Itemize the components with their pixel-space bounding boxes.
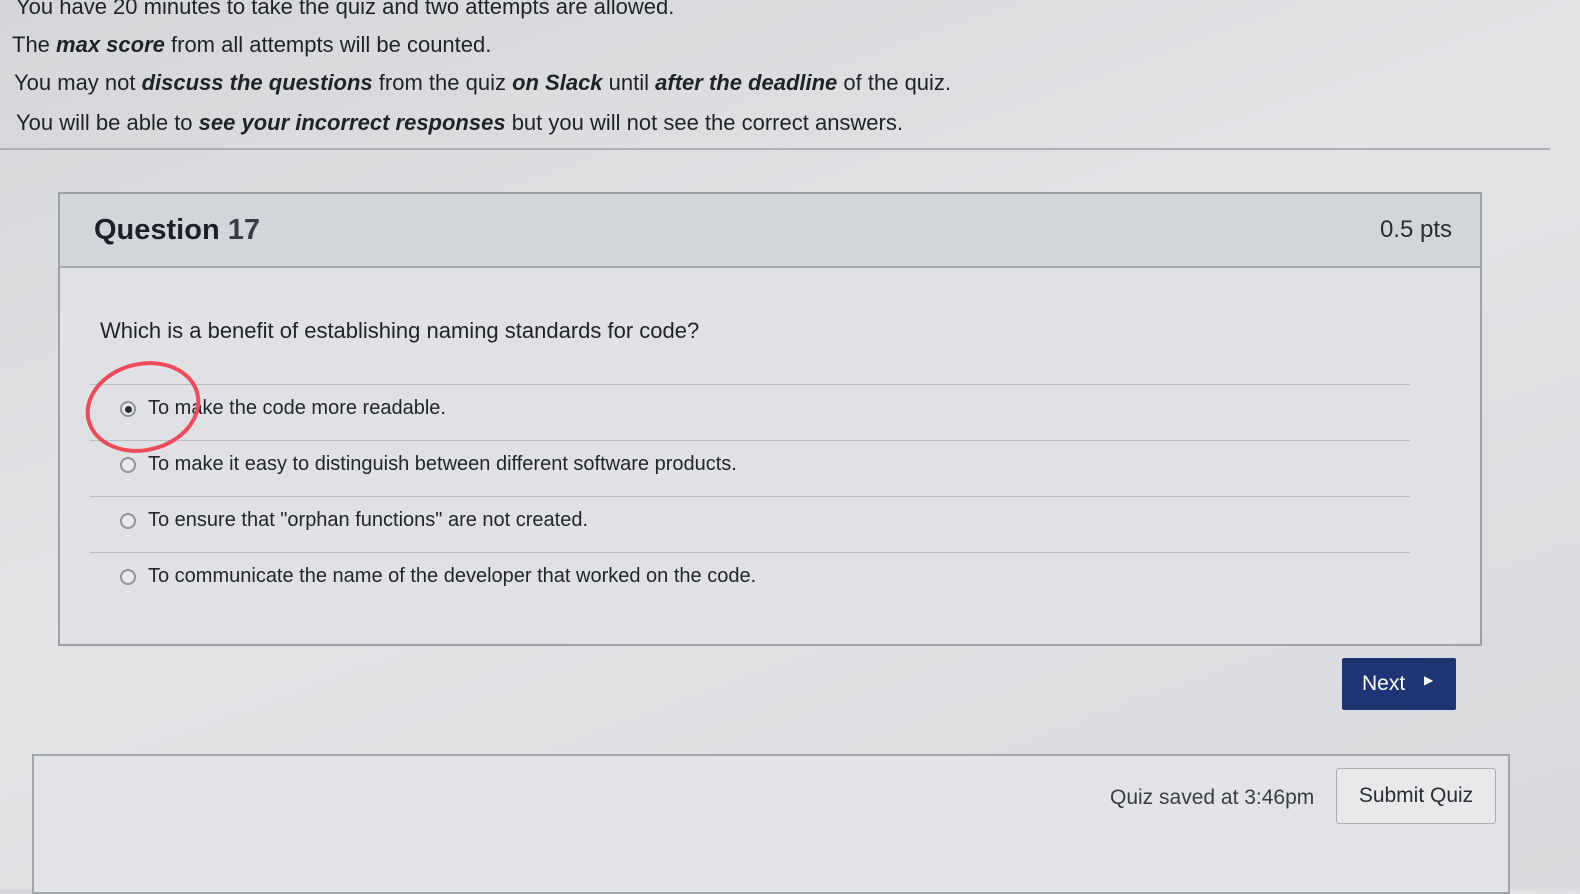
answer-label: To communicate the name of the developer…: [148, 565, 757, 587]
answer-label: To make it easy to distinguish between d…: [148, 453, 737, 475]
instruction-time-limit: You have 20 minutes to take the quiz and…: [16, 0, 675, 19]
instruction-slack-policy: You may not discuss the questions from t…: [14, 70, 952, 95]
answer-option[interactable]: To make it easy to distinguish between d…: [90, 440, 1410, 493]
radio-button[interactable]: [120, 569, 136, 585]
instruction-max-score: The max score from all attempts will be …: [12, 32, 492, 57]
radio-button[interactable]: [120, 513, 136, 529]
quiz-footer: [32, 754, 1510, 894]
quiz-saved-status: Quiz saved at 3:46pm: [1110, 786, 1315, 809]
triangle-right-icon: ▶: [1424, 673, 1434, 687]
question-points: 0.5 pts: [1379, 216, 1452, 243]
question-text: Which is a benefit of establishing namin…: [100, 318, 700, 343]
instruction-feedback: You will be able to see your incorrect r…: [16, 110, 903, 135]
next-button[interactable]: Next ▶: [1342, 658, 1456, 710]
submit-quiz-button[interactable]: Submit Quiz: [1336, 768, 1496, 824]
question-header: Question 17 0.5 pts: [60, 194, 1480, 268]
answer-option[interactable]: To ensure that "orphan functions" are no…: [90, 496, 1410, 549]
answer-option[interactable]: To communicate the name of the developer…: [90, 552, 1410, 605]
answer-label: To ensure that "orphan functions" are no…: [148, 509, 589, 531]
question-number: 17: [227, 214, 260, 246]
radio-button[interactable]: [120, 457, 136, 473]
question-title: Question 17: [94, 214, 260, 246]
divider: [0, 148, 1550, 150]
answer-option[interactable]: To make the code more readable.: [90, 384, 1410, 437]
question-card: Question 17 0.5 pts Which is a benefit o…: [58, 192, 1482, 646]
